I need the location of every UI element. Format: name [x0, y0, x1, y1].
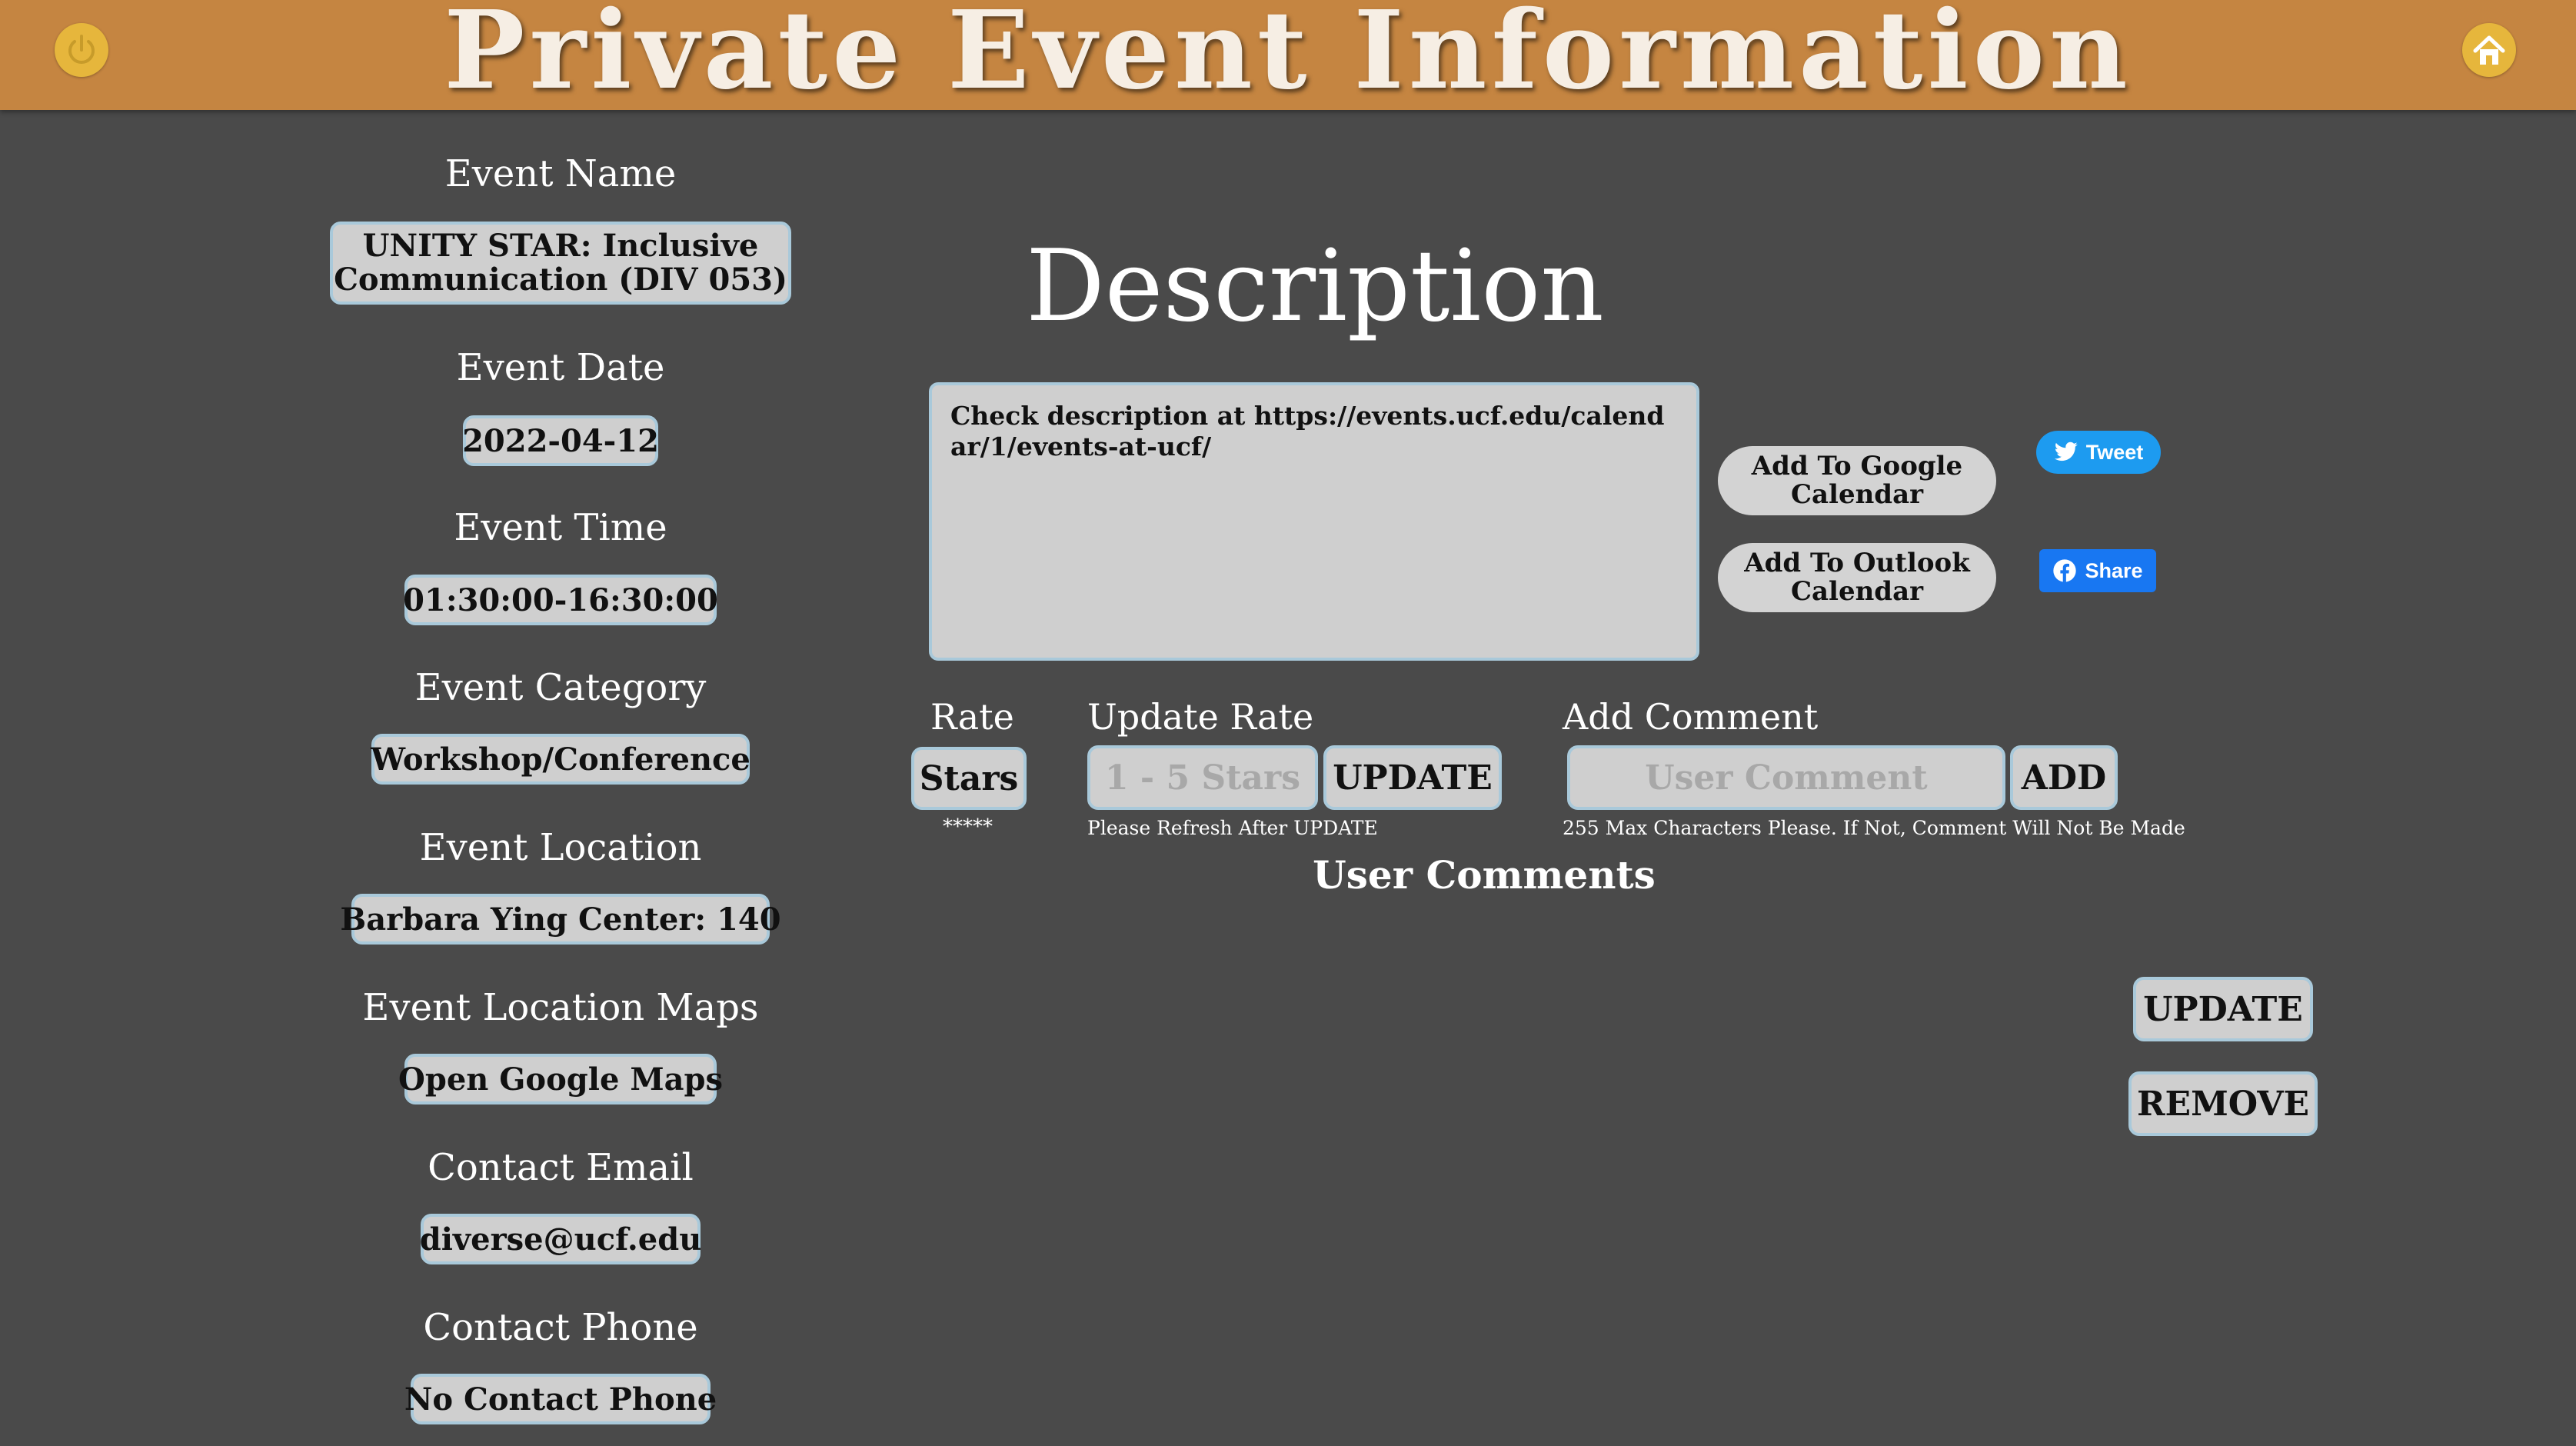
event-time-value: 01:30:00-16:30:00 — [403, 575, 718, 625]
comments-update-button[interactable]: UPDATE — [2133, 977, 2313, 1041]
description-text: Check description at https://events.ucf.… — [950, 401, 1665, 461]
facebook-icon — [2053, 559, 2077, 582]
event-date-label: Event Date — [456, 346, 665, 389]
event-location-value: Barbara Ying Center: 140 — [340, 894, 781, 945]
facebook-share-button[interactable]: Share — [2039, 549, 2156, 592]
home-icon[interactable] — [2462, 23, 2516, 77]
event-location-label: Event Location — [419, 826, 702, 869]
rate-input[interactable] — [1087, 745, 1318, 810]
event-category-label: Event Category — [414, 666, 707, 709]
add-to-outlook-calendar-button[interactable]: Add To Outlook Calendar — [1718, 543, 1996, 612]
user-comments-title: User Comments — [1313, 852, 1656, 898]
stars-display: ***** — [943, 815, 993, 838]
add-comment-label: Add Comment — [1563, 696, 1819, 738]
contact-phone-value: No Contact Phone — [404, 1374, 717, 1424]
event-name-value: UNITY STAR: Inclusive Communication (DIV… — [330, 222, 791, 305]
event-time-label: Event Time — [454, 506, 667, 549]
add-to-google-calendar-button[interactable]: Add To Google Calendar — [1718, 446, 1996, 515]
add-to-outlook-calendar-label: Add To Outlook Calendar — [1744, 548, 1970, 607]
event-name-label: Event Name — [444, 152, 677, 195]
tweet-button[interactable]: Tweet — [2036, 431, 2161, 474]
comment-limit-note: 255 Max Characters Please. If Not, Comme… — [1563, 817, 2185, 839]
page-title: Private Event Information — [444, 0, 2132, 114]
update-rate-label: Update Rate — [1087, 696, 1314, 738]
tweet-label: Tweet — [2085, 440, 2144, 464]
twitter-bird-icon — [2054, 441, 2078, 461]
open-google-maps-button[interactable]: Open Google Maps — [398, 1054, 723, 1104]
description-box: Check description at https://events.ucf.… — [929, 382, 1699, 661]
stars-button[interactable]: Stars — [911, 747, 1027, 810]
contact-phone-label: Contact Phone — [423, 1306, 698, 1349]
contact-email-label: Contact Email — [428, 1146, 694, 1189]
comments-remove-button[interactable]: REMOVE — [2128, 1071, 2318, 1136]
share-label: Share — [2085, 558, 2143, 582]
add-to-google-calendar-label: Add To Google Calendar — [1751, 451, 1963, 510]
user-comment-input[interactable] — [1567, 745, 2005, 810]
event-date-value: 2022-04-12 — [462, 415, 659, 466]
description-title: Description — [1026, 229, 1604, 344]
event-location-maps-label: Event Location Maps — [362, 986, 759, 1029]
refresh-note: Please Refresh After UPDATE — [1087, 817, 1378, 839]
add-comment-button[interactable]: ADD — [2010, 745, 2118, 810]
event-category-value: Workshop/Conference — [371, 734, 751, 785]
header-bar: Private Event Information — [0, 0, 2576, 114]
update-rate-button[interactable]: UPDATE — [1323, 745, 1502, 810]
contact-email-value: diverse@ucf.edu — [420, 1214, 701, 1264]
rate-label: Rate — [930, 696, 1014, 738]
